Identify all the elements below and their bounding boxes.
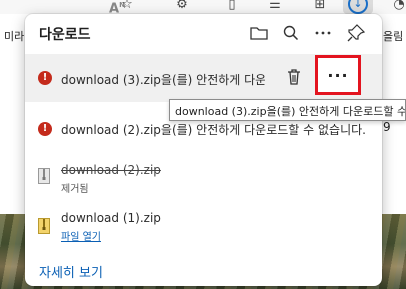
trash-icon[interactable] xyxy=(283,66,305,88)
tooltip: download (3).zip을(를) 안전하게 다운로드할 수 없습니다. xyxy=(169,99,406,121)
page-text-right: 을림 xyxy=(383,30,404,43)
zip-file-icon xyxy=(38,168,50,184)
more-actions-icon: ··· xyxy=(327,66,349,85)
pin-icon[interactable] xyxy=(345,22,367,44)
folder-icon[interactable] xyxy=(248,22,270,44)
extensions-icon[interactable]: ⚙ xyxy=(173,0,191,14)
open-file-link[interactable]: 파일 열기 xyxy=(61,228,101,243)
download-item-status: 제거됨 xyxy=(61,184,89,195)
download-item-name: download (2).zip을(를) 안전하게 다운로드할 수 없습니다. xyxy=(61,123,366,137)
browser-toolbar: AN ☆ ⚙ ▯ ☰ ⊞ ↓ ◔ xyxy=(0,0,406,16)
split-screen-icon[interactable]: ▯ xyxy=(223,0,241,14)
error-icon: ! xyxy=(38,71,52,85)
see-more-link[interactable]: 자세히 보기 xyxy=(39,262,103,281)
more-icon[interactable] xyxy=(312,22,334,44)
collections-icon[interactable]: ⊞ xyxy=(311,0,329,14)
page-text-mid: 9 xyxy=(383,120,391,134)
page-text-left: 미라 xyxy=(4,30,25,43)
downloads-flyout: 다운로드 ! download (3).zip을(를) 안전하게 다운로드할 수… xyxy=(25,14,382,286)
error-icon: ! xyxy=(38,122,52,136)
favorite-star-icon[interactable]: ☆ xyxy=(118,0,136,14)
favorites-icon[interactable]: ☰ xyxy=(266,0,284,14)
search-icon[interactable] xyxy=(280,22,302,44)
download-item-name: download (3).zip을(를) 안전하게 다운로드할 수 없습니다. xyxy=(61,73,265,87)
more-actions-button[interactable]: ··· xyxy=(315,55,361,95)
download-item[interactable]: download (1).zip 파일 열기 xyxy=(25,204,382,252)
more-tools-icon[interactable]: ◔ xyxy=(390,0,406,14)
download-item-name: download (1).zip xyxy=(61,211,161,225)
download-item-name: download (2).zip xyxy=(61,163,161,177)
download-item[interactable]: download (2).zip 제거됨 xyxy=(25,154,382,202)
flyout-title: 다운로드 xyxy=(39,27,91,43)
zip-file-icon xyxy=(38,218,50,234)
